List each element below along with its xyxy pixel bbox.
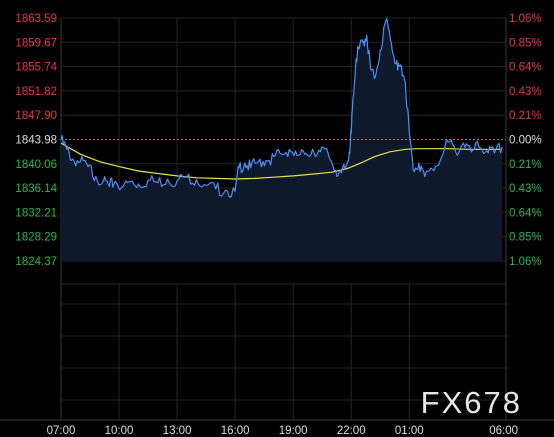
price-tick-label: 1824.37 <box>15 256 57 268</box>
price-tick-label: 1832.21 <box>15 207 57 219</box>
time-tick-label: 22:00 <box>337 425 366 437</box>
percent-tick-label: 0.43% <box>509 183 542 195</box>
percent-tick-label: 0.85% <box>509 37 542 49</box>
time-tick-label: 06:00 <box>489 425 518 437</box>
percent-tick-label: 0.21% <box>509 110 542 122</box>
price-tick-label: 1840.06 <box>15 159 57 171</box>
percent-tick-label: 0.64% <box>509 62 542 74</box>
percent-tick-label: 0.85% <box>509 232 542 244</box>
percent-tick-label: 0.00% <box>509 135 542 147</box>
percent-tick-label: 1.06% <box>509 13 542 25</box>
time-tick-label: 16:00 <box>221 425 250 437</box>
time-tick-label: 07:00 <box>47 425 76 437</box>
price-tick-label: 1851.82 <box>15 86 57 98</box>
percent-tick-label: 0.21% <box>509 159 542 171</box>
price-tick-label: 1863.59 <box>15 13 57 25</box>
price-tick-label: 1855.74 <box>15 62 57 74</box>
time-tick-label: 19:00 <box>279 425 308 437</box>
percent-tick-label: 1.06% <box>509 256 542 268</box>
price-tick-label: 1836.14 <box>15 183 57 195</box>
time-tick-label: 01:00 <box>395 425 424 437</box>
percent-tick-label: 0.64% <box>509 207 542 219</box>
time-tick-label: 10:00 <box>105 425 134 437</box>
price-tick-label: 1828.29 <box>15 232 57 244</box>
price-tick-label: 1843.98 <box>15 135 57 147</box>
price-tick-label: 1859.67 <box>15 37 57 49</box>
price-tick-label: 1847.90 <box>15 110 57 122</box>
gold-intraday-chart: 1863.59 1859.67 1855.74 1851.82 1847.90 1843.… <box>0 0 554 437</box>
watermark: FX678 <box>421 385 522 420</box>
percent-tick-label: 0.43% <box>509 86 542 98</box>
time-tick-label: 13:00 <box>163 425 192 437</box>
